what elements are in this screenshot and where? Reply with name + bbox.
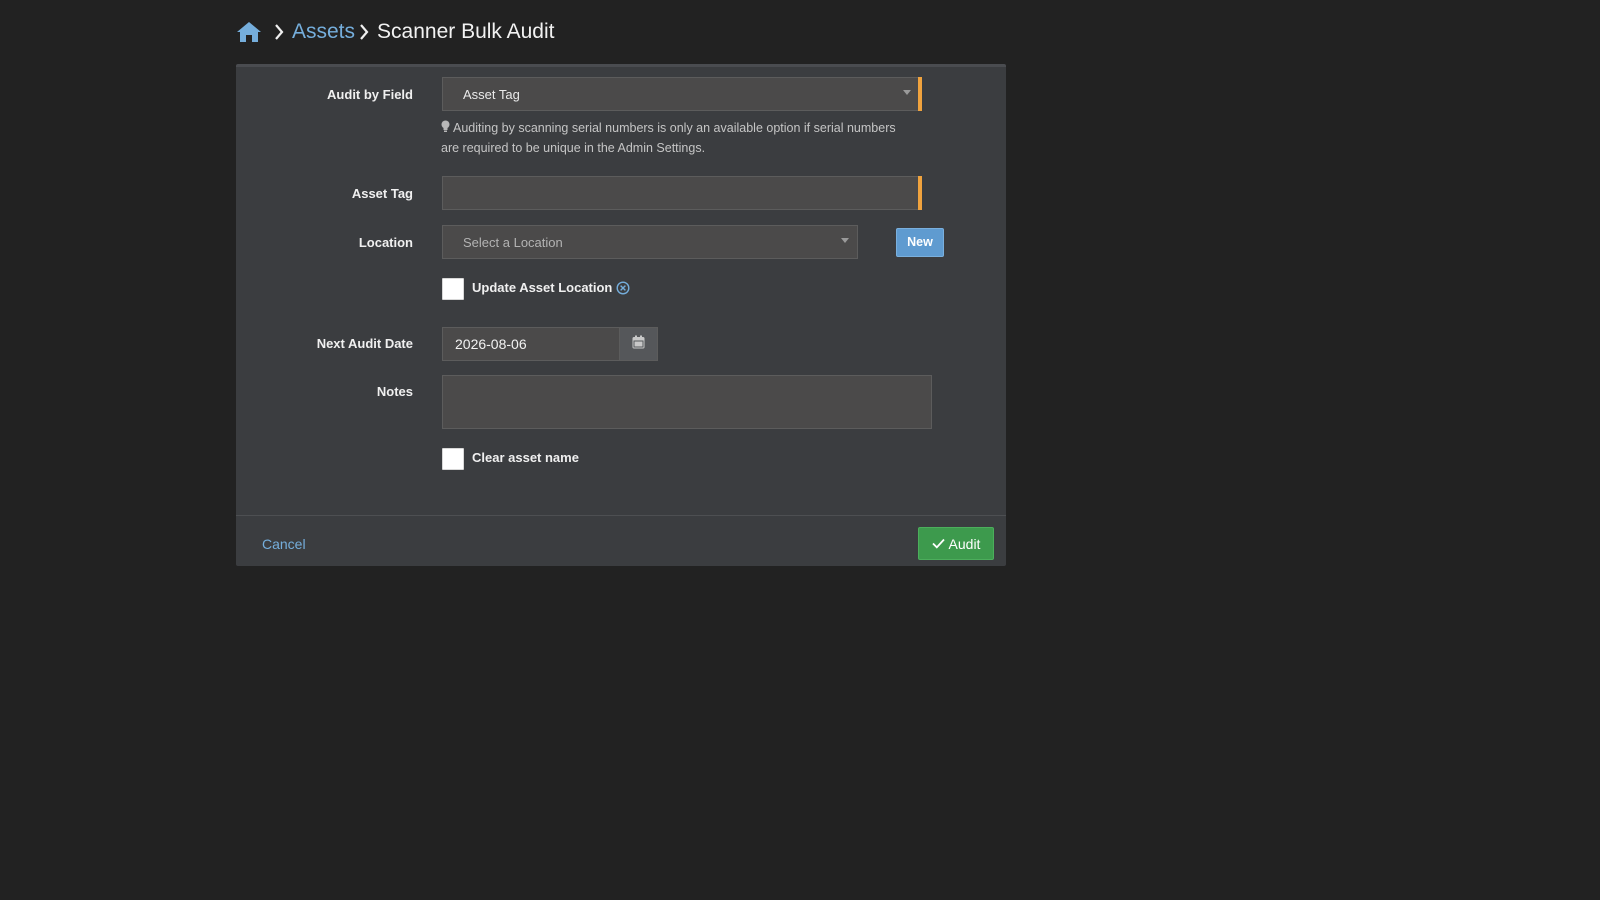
info-x-circle-icon[interactable] — [616, 280, 630, 295]
asset-tag-label: Asset Tag — [351, 186, 413, 201]
audit-by-field-help: Auditing by scanning serial numbers is o… — [441, 119, 911, 158]
calendar-button[interactable] — [620, 327, 658, 361]
chevron-down-icon — [841, 238, 849, 243]
update-asset-location-label: Update Asset Location — [472, 280, 630, 295]
help-text: Auditing by scanning serial numbers is o… — [441, 121, 896, 155]
update-asset-location-checkbox[interactable] — [442, 278, 464, 300]
clear-asset-name-checkbox[interactable] — [442, 448, 464, 470]
page-title: Scanner Bulk Audit — [377, 20, 555, 43]
next-audit-date-group: 2026-08-06 — [442, 327, 658, 361]
audit-button-label: Audit — [948, 535, 981, 552]
next-audit-date-input[interactable]: 2026-08-06 — [442, 327, 620, 361]
cancel-link[interactable]: Cancel — [262, 536, 306, 552]
audit-by-field-value: Asset Tag — [463, 87, 520, 102]
chevron-right-icon — [274, 24, 284, 40]
form-footer: Cancel Audit — [236, 515, 1006, 566]
home-icon[interactable] — [236, 21, 262, 43]
audit-form-panel: Audit by Field Asset Tag Auditing by sca… — [236, 64, 1006, 566]
chevron-right-icon — [359, 24, 369, 40]
clear-asset-name-label: Clear asset name — [472, 450, 579, 465]
location-placeholder: Select a Location — [463, 235, 563, 250]
new-location-button[interactable]: New — [896, 228, 944, 257]
next-audit-date-label: Next Audit Date — [316, 336, 413, 351]
breadcrumb: Assets Scanner Bulk Audit — [236, 16, 554, 48]
asset-tag-input[interactable] — [442, 176, 922, 210]
audit-by-field-label: Audit by Field — [327, 87, 413, 102]
audit-by-field-select[interactable]: Asset Tag — [442, 77, 922, 111]
chevron-down-icon — [903, 90, 911, 95]
required-indicator — [918, 176, 922, 210]
update-asset-location-text: Update Asset Location — [472, 280, 613, 295]
notes-textarea[interactable] — [442, 375, 932, 429]
location-label: Location — [358, 235, 413, 250]
required-indicator — [918, 77, 922, 111]
location-select[interactable]: Select a Location — [442, 225, 858, 259]
breadcrumb-assets-link[interactable]: Assets — [292, 20, 355, 44]
audit-button[interactable]: Audit — [918, 527, 994, 560]
checkmark-icon — [931, 536, 945, 552]
calendar-icon — [632, 335, 645, 354]
notes-label: Notes — [376, 384, 413, 399]
lightbulb-icon — [441, 120, 450, 139]
